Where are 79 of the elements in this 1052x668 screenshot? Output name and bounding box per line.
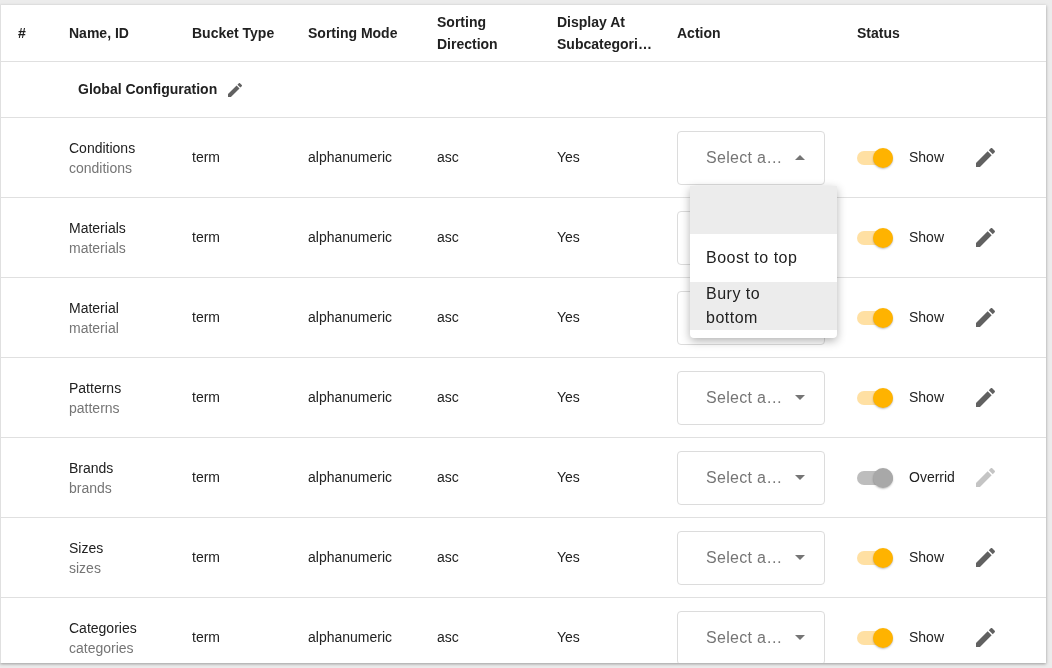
table-cell: alphanumeric <box>308 549 393 565</box>
toggle-switch[interactable] <box>857 387 893 408</box>
toggle-switch[interactable] <box>857 227 893 248</box>
select-field[interactable]: Select a… <box>677 530 825 585</box>
status-label: Show <box>909 309 945 325</box>
table-cell: alphanumeric <box>308 469 393 485</box>
status-label: Show <box>909 629 945 645</box>
item-id: conditions <box>69 158 133 178</box>
table-cell: Yes <box>557 629 580 645</box>
toggle-switch[interactable] <box>857 147 893 168</box>
table-cell: term <box>192 389 220 405</box>
edit-icon[interactable] <box>976 548 995 567</box>
column-header: Status <box>857 24 901 43</box>
table-cell: Yes <box>557 549 580 565</box>
table-cell: asc <box>437 309 459 325</box>
menu-option[interactable]: Bury to bottom <box>690 282 837 330</box>
item-id: patterns <box>69 398 120 418</box>
edit-icon[interactable] <box>228 82 243 97</box>
table-cell: term <box>192 629 220 645</box>
table-cell: Yes <box>557 149 580 165</box>
table-cell: term <box>192 469 220 485</box>
table-cell: Yes <box>557 469 580 485</box>
table-cell: term <box>192 229 220 245</box>
status-label: Show <box>909 389 945 405</box>
table-cell: alphanumeric <box>308 389 393 405</box>
item-id: brands <box>69 478 112 498</box>
table-cell: Yes <box>557 309 580 325</box>
table-cell: Yes <box>557 229 580 245</box>
table-cell: Yes <box>557 389 580 405</box>
item-name: Brands <box>69 458 114 478</box>
table-cell: asc <box>437 469 459 485</box>
edit-icon[interactable] <box>976 388 995 407</box>
item-id: sizes <box>69 558 101 578</box>
column-header: Bucket Type <box>192 24 276 43</box>
table-cell: asc <box>437 549 459 565</box>
column-header: Display At Subcategori… <box>557 13 653 54</box>
table-cell: asc <box>437 629 459 645</box>
status-label: Overrid <box>909 469 955 485</box>
edit-icon <box>976 468 995 487</box>
column-header: Action <box>677 24 722 43</box>
item-name: Categories <box>69 618 137 638</box>
item-name: Patterns <box>69 378 122 398</box>
edit-icon[interactable] <box>976 628 995 647</box>
table-cell: term <box>192 309 220 325</box>
toggle-switch[interactable] <box>857 547 893 568</box>
edit-icon[interactable] <box>976 228 995 247</box>
edit-icon[interactable] <box>976 308 995 327</box>
column-header: Sorting Direction <box>437 13 499 54</box>
status-label: Show <box>909 149 945 165</box>
table-cell: alphanumeric <box>308 229 393 245</box>
select-field[interactable]: Select a… <box>677 370 825 425</box>
status-label: Show <box>909 229 945 245</box>
table-cell: asc <box>437 389 459 405</box>
menu-option[interactable]: Boost to top <box>690 234 837 282</box>
column-header: Sorting Mode <box>308 24 399 43</box>
toggle-switch[interactable] <box>857 307 893 328</box>
table-cell: alphanumeric <box>308 149 393 165</box>
table-cell: term <box>192 549 220 565</box>
table-cell: asc <box>437 149 459 165</box>
item-name: Material <box>69 298 119 318</box>
status-label: Show <box>909 549 945 565</box>
item-name: Sizes <box>69 538 104 558</box>
select-field[interactable]: Select a… <box>677 610 825 663</box>
edit-icon[interactable] <box>976 148 995 167</box>
select-field[interactable]: Select a… <box>677 130 825 185</box>
table-cell: alphanumeric <box>308 629 393 645</box>
item-name: Conditions <box>69 138 136 158</box>
select-field[interactable]: Select a… <box>677 450 825 505</box>
column-header: # <box>18 24 27 43</box>
item-id: categories <box>69 638 134 658</box>
table-cell: term <box>192 149 220 165</box>
item-id: materials <box>69 238 126 258</box>
toggle-switch[interactable] <box>857 627 893 648</box>
item-id: material <box>69 318 119 338</box>
table-cell: asc <box>437 229 459 245</box>
table-cell: alphanumeric <box>308 309 393 325</box>
group-title: Global Configuration <box>78 80 218 99</box>
item-name: Materials <box>69 218 126 238</box>
column-header: Name, ID <box>69 24 130 43</box>
